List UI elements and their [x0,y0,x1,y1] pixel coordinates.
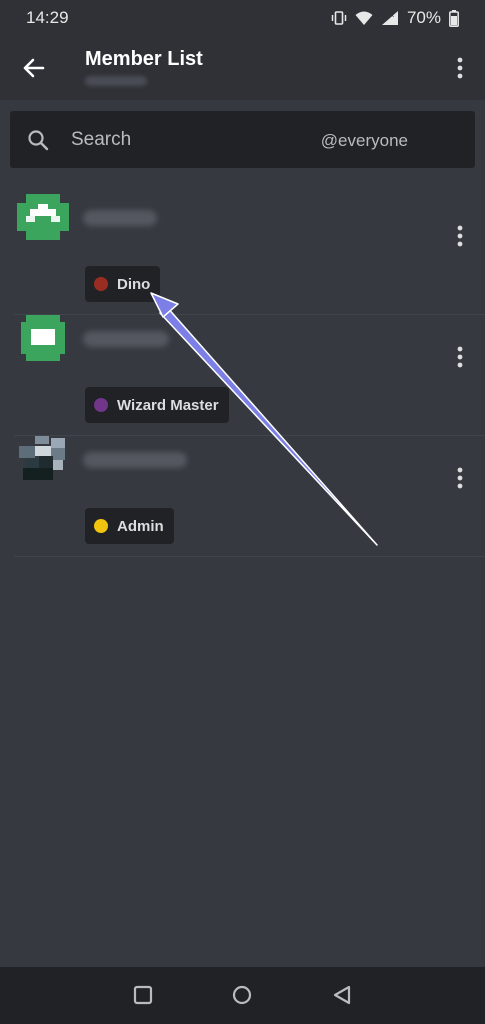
member-row[interactable]: Admin [0,436,485,557]
recent-apps-icon[interactable] [131,983,155,1007]
vibrate-icon [331,11,347,25]
avatar[interactable] [17,436,69,482]
role-color-dot [94,277,108,291]
role-badge[interactable]: Wizard Master [85,387,229,423]
search-scope-label: @everyone [320,131,408,150]
search-bar[interactable]: Search @everyone [10,111,475,168]
back-triangle-icon[interactable] [330,983,354,1007]
role-badge[interactable]: Dino [85,266,161,302]
more-vertical-icon[interactable] [453,224,467,248]
battery-percent: 70% [406,8,441,27]
arrow-left-icon[interactable] [20,54,48,82]
member-row[interactable]: Dino [0,194,485,315]
member-name-redacted [83,331,169,347]
status-bar: 14:29 x 70% [0,0,485,36]
divider [14,556,485,557]
app-bar: Member List [0,36,485,100]
status-time: 14:29 [26,8,69,27]
avatar[interactable] [17,194,69,240]
role-badge[interactable]: Admin [85,508,174,544]
avatar[interactable] [17,315,69,361]
member-name-redacted [83,452,187,468]
channel-name-redacted [85,76,147,86]
role-color-dot [94,519,108,533]
role-name: Admin [117,517,164,535]
more-vertical-icon[interactable] [453,345,467,369]
search-icon [28,130,49,151]
more-vertical-icon[interactable] [453,466,467,490]
role-name: Dino [117,275,151,293]
search-input[interactable]: Search [71,129,131,151]
member-name-redacted [83,210,157,226]
page-title: Member List [85,48,203,70]
wifi-icon [355,11,373,25]
home-icon[interactable] [230,983,254,1007]
svg-text:x: x [390,11,394,19]
status-icons: x 70% [331,8,459,28]
role-name: Wizard Master [117,396,219,414]
signal-icon: x [381,11,398,25]
battery-icon [449,9,459,27]
more-vertical-icon[interactable] [453,56,467,80]
role-color-dot [94,398,108,412]
system-nav-bar [0,967,485,1024]
member-row[interactable]: Wizard Master [0,315,485,436]
